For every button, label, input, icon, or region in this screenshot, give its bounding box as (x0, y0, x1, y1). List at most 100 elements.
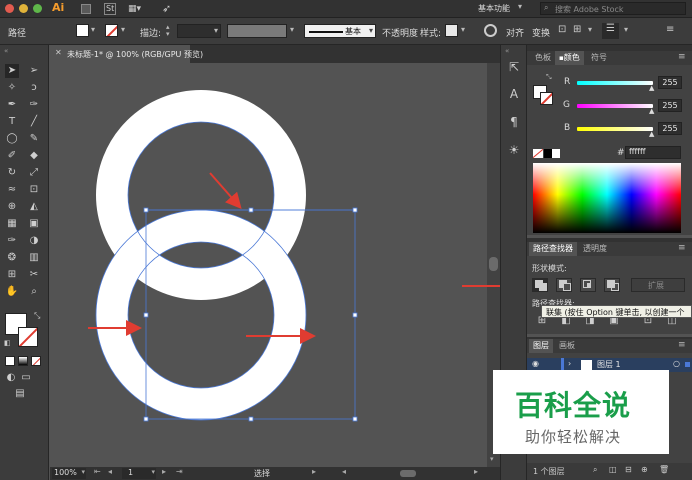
stock-search-input[interactable]: ⌕ 搜索 Adobe Stock (540, 2, 686, 15)
variable-width-profile[interactable] (227, 24, 287, 38)
g-slider-handle[interactable]: ▲ (649, 107, 654, 115)
zoom-window-button[interactable] (33, 4, 42, 13)
black-swatch[interactable] (544, 149, 552, 158)
recolor-artwork-icon[interactable] (484, 24, 497, 37)
zoom-tool-icon[interactable]: ⌕ (27, 285, 41, 299)
opacity-label[interactable]: 不透明度 (382, 26, 418, 39)
none-mode-icon[interactable] (31, 356, 41, 366)
free-transform-tool-icon[interactable]: ⊡ (27, 183, 41, 197)
select-similar-icon[interactable]: ⊞ (573, 24, 581, 35)
pen-tool-icon[interactable]: ✒ (5, 98, 19, 112)
width-tool-icon[interactable]: ≈ (5, 183, 19, 197)
shape-builder-tool-icon[interactable]: ⊕ (5, 200, 19, 214)
tab-transparency[interactable]: 透明度 (579, 242, 611, 256)
slice-tool-icon[interactable]: ✂ (27, 268, 41, 282)
none-color-swatch[interactable] (533, 149, 543, 158)
align-button[interactable]: 对齐 (506, 26, 524, 39)
select-similar-chevron-icon[interactable]: ▾ (588, 25, 592, 34)
stroke-weight-input[interactable]: ▾ (177, 24, 221, 38)
artboard-number-field[interactable]: 1 ▾ (122, 468, 156, 479)
tab-pathfinder[interactable]: 路径查找器 (529, 242, 577, 256)
color-panel-menu-icon[interactable]: ≡ (678, 52, 686, 62)
hscroll-left-icon[interactable]: ◂ (342, 467, 346, 476)
handle-br[interactable] (352, 416, 358, 422)
fill-swatch[interactable] (76, 24, 89, 37)
eyedropper-tool-icon[interactable]: ✑ (5, 234, 19, 248)
scale-tool-icon[interactable]: ⤢ (27, 166, 41, 180)
layer-visibility-icon[interactable]: ◉ (532, 359, 539, 368)
delete-layer-icon[interactable]: 🗑 (659, 465, 669, 474)
stroke-dropdown-icon[interactable]: ▾ (121, 25, 125, 34)
b-slider[interactable] (577, 127, 653, 131)
arrange-documents-icon[interactable]: ▦▾ (128, 4, 141, 14)
handle-bm[interactable] (248, 416, 254, 422)
stroke-weight-stepper[interactable]: ▴ ▾ (166, 24, 176, 38)
zoom-field[interactable]: 100% ▾ (52, 468, 86, 479)
paragraph-panel-icon[interactable]: ¶ (507, 115, 521, 129)
hscroll-right-icon[interactable]: ▸ (474, 467, 478, 476)
handle-tm[interactable] (248, 207, 254, 213)
minus-front-button[interactable] (556, 278, 572, 292)
curvature-tool-icon[interactable]: ✑ (27, 98, 41, 112)
intersect-button[interactable] (580, 278, 596, 292)
control-menu-icon[interactable]: ≡ (666, 24, 674, 35)
close-window-button[interactable] (5, 4, 14, 13)
gradient-mode-icon[interactable] (18, 356, 28, 366)
bottom-ring[interactable] (96, 210, 306, 420)
last-artboard-icon[interactable]: ⇥ (176, 467, 183, 476)
layers-menu-icon[interactable]: ≡ (678, 340, 686, 350)
r-slider[interactable] (577, 81, 653, 85)
graphic-style-dropdown-icon[interactable]: ▾ (461, 25, 465, 34)
panel-swap-icon[interactable]: ⤡ (546, 73, 552, 82)
mesh-tool-icon[interactable]: ▦ (5, 217, 19, 231)
horizontal-scrollbar-thumb[interactable] (400, 470, 416, 477)
stroke-swatch[interactable] (105, 24, 118, 37)
layer-name[interactable]: 图层 1 (597, 359, 621, 370)
next-artboard-icon[interactable]: ▸ (162, 467, 166, 476)
new-layer-icon[interactable]: ⊕ (641, 465, 648, 474)
isolate-group-icon[interactable]: ⊡ (558, 24, 566, 35)
first-artboard-icon[interactable]: ⇤ (94, 467, 101, 476)
layer-expand-icon[interactable]: › (568, 359, 571, 368)
strip-collapse-icon[interactable]: « (505, 47, 509, 55)
profile-dropdown-icon[interactable]: ▾ (290, 25, 294, 34)
paintbrush-tool-icon[interactable]: ✎ (27, 132, 41, 146)
handle-ml[interactable] (143, 312, 149, 318)
selection-tool-icon[interactable]: ➤ (5, 64, 19, 78)
control-options-icon[interactable]: ☰ (602, 23, 619, 39)
clipping-mask-icon[interactable]: ◫ (609, 465, 617, 474)
locate-object-icon[interactable]: ⌕ (593, 465, 597, 475)
character-panel-icon[interactable]: A (507, 87, 521, 101)
gradient-tool-icon[interactable]: ▣ (27, 217, 41, 231)
transform-button[interactable]: 变换 (532, 26, 550, 39)
g-value[interactable]: 255 (658, 99, 682, 112)
screen-mode-icon[interactable]: ▭ (19, 371, 33, 385)
stroke-color-box[interactable] (18, 327, 38, 347)
r-value[interactable]: 255 (658, 76, 682, 89)
workspace-chevron-icon[interactable]: ▾ (518, 2, 522, 11)
tab-artboards[interactable]: 画板 (555, 339, 579, 353)
magic-wand-tool-icon[interactable]: ✧ (5, 81, 19, 95)
g-slider[interactable] (577, 104, 653, 108)
ellipse-tool-icon[interactable]: ◯ (5, 132, 19, 146)
artboard-tool-icon[interactable]: ⊞ (5, 268, 19, 282)
tab-swatches[interactable]: 色板 (531, 51, 555, 65)
unite-button[interactable] (532, 278, 548, 292)
gpu-performance-icon[interactable]: ➶ (162, 2, 171, 15)
color-mode-icon[interactable] (5, 356, 15, 366)
handle-mr[interactable] (352, 312, 358, 318)
pathfinder-menu-icon[interactable]: ≡ (678, 243, 686, 253)
document-tab[interactable]: ✕ 未标题-1* @ 100% (RGB/GPU 预览) (50, 45, 203, 63)
appearance-panel-icon[interactable]: ☀ (507, 143, 521, 157)
symbol-sprayer-tool-icon[interactable]: ❂ (5, 251, 19, 265)
expand-button[interactable]: 扩展 (631, 278, 685, 292)
tools-collapse-icon[interactable]: « (4, 47, 8, 55)
color-spectrum[interactable] (533, 163, 681, 233)
stock-icon[interactable]: St (104, 3, 117, 15)
lasso-tool-icon[interactable]: ↄ (27, 81, 41, 95)
hex-input[interactable]: ffffff (625, 146, 681, 159)
layer-target-icon[interactable]: ○ (673, 359, 680, 368)
control-options-chevron-icon[interactable]: ▾ (624, 25, 628, 34)
artwork[interactable] (50, 63, 500, 467)
handle-bl[interactable] (143, 416, 149, 422)
